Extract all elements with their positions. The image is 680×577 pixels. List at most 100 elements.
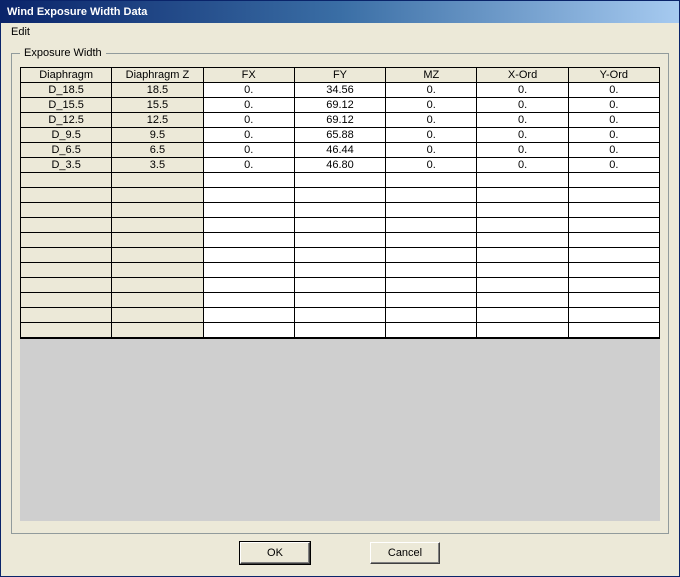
cell-empty[interactable]: [386, 173, 477, 188]
cell-empty[interactable]: [477, 323, 568, 338]
cell-empty[interactable]: [21, 233, 112, 248]
cell-y[interactable]: 0.: [568, 128, 659, 143]
cell-d[interactable]: D_9.5: [21, 128, 112, 143]
cell-empty[interactable]: [386, 323, 477, 338]
cell-empty[interactable]: [203, 173, 294, 188]
cell-empty[interactable]: [203, 278, 294, 293]
cell-mz[interactable]: 0.: [386, 143, 477, 158]
cell-y[interactable]: 0.: [568, 83, 659, 98]
col-diaphragm-z[interactable]: Diaphragm Z: [112, 68, 203, 83]
cell-empty[interactable]: [203, 263, 294, 278]
cell-empty[interactable]: [112, 188, 203, 203]
cell-fy[interactable]: 46.44: [294, 143, 385, 158]
cell-empty[interactable]: [21, 263, 112, 278]
cell-empty[interactable]: [477, 308, 568, 323]
table-row-empty[interactable]: [21, 248, 660, 263]
cell-y[interactable]: 0.: [568, 98, 659, 113]
cell-empty[interactable]: [568, 218, 659, 233]
cell-empty[interactable]: [203, 188, 294, 203]
col-diaphragm[interactable]: Diaphragm: [21, 68, 112, 83]
cell-z[interactable]: 15.5: [112, 98, 203, 113]
cell-mz[interactable]: 0.: [386, 158, 477, 173]
table-row-empty[interactable]: [21, 203, 660, 218]
cell-empty[interactable]: [112, 233, 203, 248]
cell-empty[interactable]: [112, 263, 203, 278]
table-row-empty[interactable]: [21, 263, 660, 278]
cell-mz[interactable]: 0.: [386, 98, 477, 113]
cell-empty[interactable]: [294, 293, 385, 308]
table-row-empty[interactable]: [21, 188, 660, 203]
table-row-empty[interactable]: [21, 278, 660, 293]
cell-d[interactable]: D_6.5: [21, 143, 112, 158]
ok-button[interactable]: OK: [240, 542, 310, 564]
cell-empty[interactable]: [386, 233, 477, 248]
cell-empty[interactable]: [294, 248, 385, 263]
cell-y[interactable]: 0.: [568, 113, 659, 128]
cell-empty[interactable]: [568, 263, 659, 278]
cell-empty[interactable]: [386, 293, 477, 308]
col-mz[interactable]: MZ: [386, 68, 477, 83]
cell-empty[interactable]: [477, 188, 568, 203]
cell-empty[interactable]: [294, 278, 385, 293]
table-row[interactable]: D_18.518.50.34.560.0.0.: [21, 83, 660, 98]
col-x-ord[interactable]: X-Ord: [477, 68, 568, 83]
cell-x[interactable]: 0.: [477, 98, 568, 113]
cell-mz[interactable]: 0.: [386, 83, 477, 98]
cell-empty[interactable]: [294, 233, 385, 248]
cell-empty[interactable]: [203, 323, 294, 338]
cell-empty[interactable]: [112, 323, 203, 338]
cell-empty[interactable]: [21, 278, 112, 293]
cell-d[interactable]: D_15.5: [21, 98, 112, 113]
cell-y[interactable]: 0.: [568, 143, 659, 158]
cell-empty[interactable]: [112, 248, 203, 263]
cell-empty[interactable]: [21, 293, 112, 308]
cell-x[interactable]: 0.: [477, 113, 568, 128]
cell-empty[interactable]: [112, 203, 203, 218]
cell-fy[interactable]: 34.56: [294, 83, 385, 98]
cell-empty[interactable]: [568, 278, 659, 293]
cell-z[interactable]: 12.5: [112, 113, 203, 128]
cell-empty[interactable]: [294, 203, 385, 218]
cell-empty[interactable]: [568, 233, 659, 248]
cell-empty[interactable]: [568, 308, 659, 323]
cell-empty[interactable]: [203, 233, 294, 248]
cell-empty[interactable]: [294, 173, 385, 188]
cell-z[interactable]: 3.5: [112, 158, 203, 173]
cell-z[interactable]: 18.5: [112, 83, 203, 98]
cell-fx[interactable]: 0.: [203, 83, 294, 98]
table-row[interactable]: D_6.56.50.46.440.0.0.: [21, 143, 660, 158]
table-row-empty[interactable]: [21, 293, 660, 308]
cell-empty[interactable]: [568, 173, 659, 188]
cell-empty[interactable]: [386, 308, 477, 323]
cell-empty[interactable]: [112, 173, 203, 188]
cell-empty[interactable]: [112, 278, 203, 293]
col-y-ord[interactable]: Y-Ord: [568, 68, 659, 83]
cell-fx[interactable]: 0.: [203, 128, 294, 143]
cell-empty[interactable]: [294, 188, 385, 203]
cell-fx[interactable]: 0.: [203, 113, 294, 128]
cell-empty[interactable]: [568, 293, 659, 308]
cell-fy[interactable]: 69.12: [294, 98, 385, 113]
cell-fx[interactable]: 0.: [203, 143, 294, 158]
cell-fx[interactable]: 0.: [203, 158, 294, 173]
cell-empty[interactable]: [21, 218, 112, 233]
cell-empty[interactable]: [477, 203, 568, 218]
cell-empty[interactable]: [477, 233, 568, 248]
cell-x[interactable]: 0.: [477, 143, 568, 158]
col-fy[interactable]: FY: [294, 68, 385, 83]
cancel-button[interactable]: Cancel: [370, 542, 440, 564]
cell-empty[interactable]: [568, 188, 659, 203]
menu-edit[interactable]: Edit: [5, 25, 36, 39]
cell-empty[interactable]: [112, 218, 203, 233]
table-row-empty[interactable]: [21, 308, 660, 323]
exposure-width-table[interactable]: Diaphragm Diaphragm Z FX FY MZ X-Ord Y-O…: [20, 67, 660, 338]
table-row[interactable]: D_9.59.50.65.880.0.0.: [21, 128, 660, 143]
cell-fx[interactable]: 0.: [203, 98, 294, 113]
cell-empty[interactable]: [477, 263, 568, 278]
cell-x[interactable]: 0.: [477, 83, 568, 98]
cell-empty[interactable]: [386, 248, 477, 263]
cell-empty[interactable]: [568, 248, 659, 263]
cell-d[interactable]: D_12.5: [21, 113, 112, 128]
table-row[interactable]: D_12.512.50.69.120.0.0.: [21, 113, 660, 128]
cell-empty[interactable]: [21, 323, 112, 338]
